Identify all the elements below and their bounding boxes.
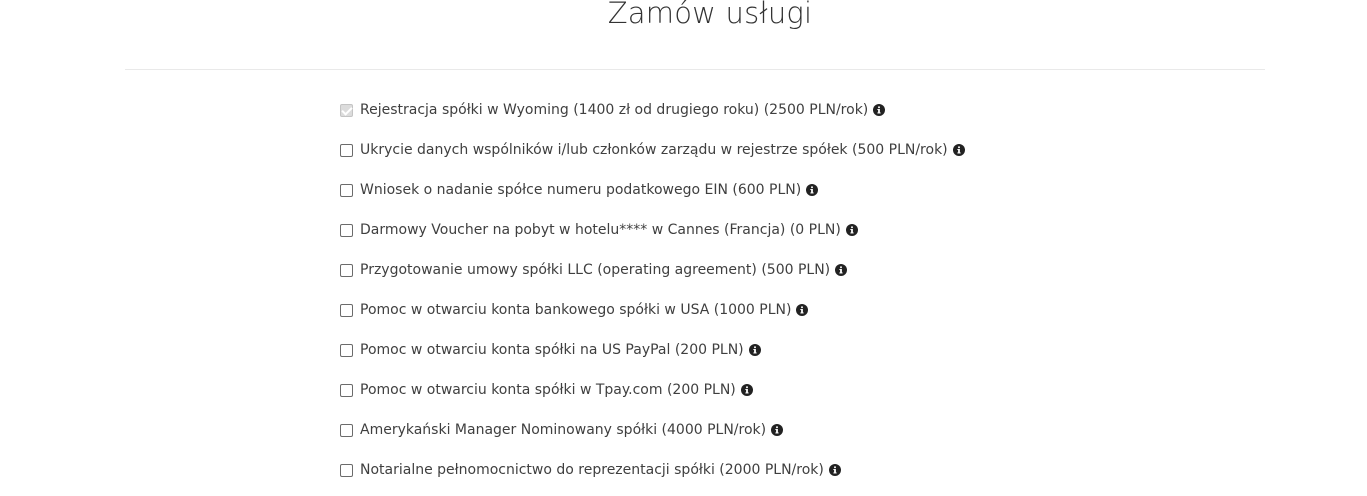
info-icon[interactable] xyxy=(845,224,858,236)
info-icon[interactable] xyxy=(796,304,809,316)
page-title: Zamów usługi xyxy=(607,0,813,30)
services-list: Rejestracja spółki w Wyoming (1400 zł od… xyxy=(339,90,965,490)
service-checkbox[interactable] xyxy=(340,263,353,277)
info-icon[interactable] xyxy=(806,184,819,196)
header-divider xyxy=(125,69,1265,70)
info-icon[interactable] xyxy=(740,384,753,396)
info-icon[interactable] xyxy=(771,424,784,436)
service-checkbox[interactable] xyxy=(340,463,353,477)
service-item: Wniosek o nadanie spółce numeru podatkow… xyxy=(339,170,965,210)
info-icon[interactable] xyxy=(828,464,841,476)
service-item: Pomoc w otwarciu konta bankowego spółki … xyxy=(339,290,965,330)
service-checkbox[interactable] xyxy=(340,383,353,397)
service-checkbox[interactable] xyxy=(340,303,353,317)
service-checkbox[interactable] xyxy=(340,103,353,117)
service-label[interactable]: Wniosek o nadanie spółce numeru podatkow… xyxy=(360,182,801,198)
service-label[interactable]: Amerykański Manager Nominowany spółki (4… xyxy=(360,422,766,438)
service-checkbox[interactable] xyxy=(340,143,353,157)
service-item: Amerykański Manager Nominowany spółki (4… xyxy=(339,410,965,450)
service-checkbox[interactable] xyxy=(340,223,353,237)
service-label[interactable]: Pomoc w otwarciu konta spółki na US PayP… xyxy=(360,342,744,358)
service-item: Pomoc w otwarciu konta spółki w Tpay.com… xyxy=(339,370,965,410)
service-label[interactable]: Pomoc w otwarciu konta bankowego spółki … xyxy=(360,302,791,318)
service-checkbox[interactable] xyxy=(340,183,353,197)
service-item: Pomoc w otwarciu konta spółki na US PayP… xyxy=(339,330,965,370)
info-icon[interactable] xyxy=(873,104,886,116)
service-checkbox[interactable] xyxy=(340,423,353,437)
info-icon[interactable] xyxy=(952,144,965,156)
service-item: Darmowy Voucher na pobyt w hotelu**** w … xyxy=(339,210,965,250)
service-item: Notarialne pełnomocnictwo do reprezentac… xyxy=(339,450,965,490)
service-checkbox[interactable] xyxy=(340,343,353,357)
service-item: Przygotowanie umowy spółki LLC (operatin… xyxy=(339,250,965,290)
service-label[interactable]: Rejestracja spółki w Wyoming (1400 zł od… xyxy=(360,102,868,118)
service-label[interactable]: Pomoc w otwarciu konta spółki w Tpay.com… xyxy=(360,382,736,398)
service-label[interactable]: Ukrycie danych wspólników i/lub członków… xyxy=(360,142,948,158)
service-label[interactable]: Przygotowanie umowy spółki LLC (operatin… xyxy=(360,262,830,278)
service-label[interactable]: Darmowy Voucher na pobyt w hotelu**** w … xyxy=(360,222,841,238)
service-item: Ukrycie danych wspólników i/lub członków… xyxy=(339,130,965,170)
service-item: Rejestracja spółki w Wyoming (1400 zł od… xyxy=(339,90,965,130)
info-icon[interactable] xyxy=(835,264,848,276)
service-label[interactable]: Notarialne pełnomocnictwo do reprezentac… xyxy=(360,462,824,478)
info-icon[interactable] xyxy=(748,344,761,356)
